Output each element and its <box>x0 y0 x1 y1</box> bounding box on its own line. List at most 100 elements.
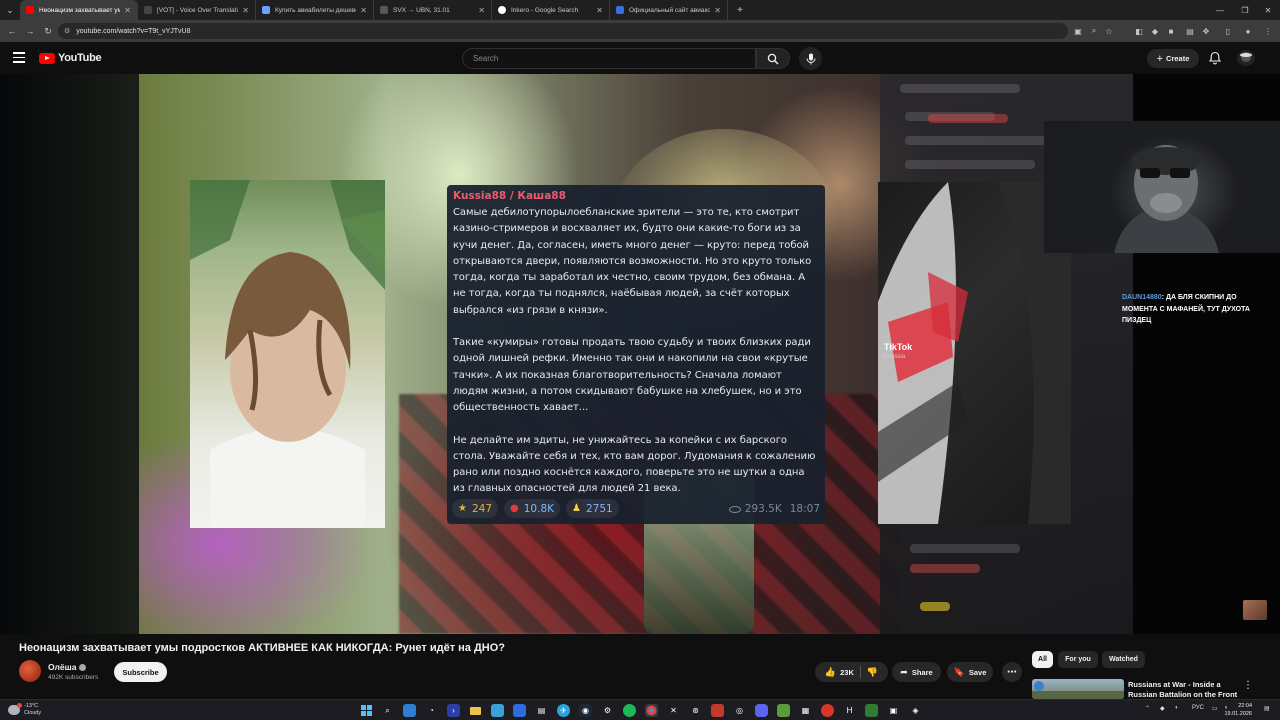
address-bar[interactable]: ⚙ youtube.com/watch?v=T9t_vYJTvU8 <box>58 23 1068 39</box>
extension-icon[interactable]: ■ <box>1165 25 1177 37</box>
terminal-app-icon[interactable]: › <box>447 704 460 717</box>
recommended-video-title[interactable]: Russians at War - Inside a Russian Batta… <box>1128 680 1238 700</box>
share-button[interactable]: ➦ Share <box>892 662 941 682</box>
taskbar-app-icon[interactable]: ◎ <box>733 704 746 717</box>
tab-close-icon[interactable]: ✕ <box>124 6 131 15</box>
tray-app-icon[interactable]: ◆ <box>1160 705 1165 712</box>
profile-icon[interactable]: ● <box>1242 25 1254 37</box>
zoom-icon[interactable]: ⌕ <box>1088 25 1100 37</box>
microphone-icon <box>806 53 815 64</box>
video-player[interactable]: Kussia88 / Каша88 Самые дебилотупорылоеб… <box>0 74 1280 634</box>
recommended-video-thumbnail[interactable] <box>1032 679 1124 699</box>
taskbar-app-icon[interactable] <box>491 704 504 717</box>
tab-close-icon[interactable]: ✕ <box>478 6 485 15</box>
subscribe-button[interactable]: Subscribe <box>114 662 167 682</box>
taskbar-search-icon[interactable]: ⌕ <box>381 704 394 717</box>
address-url: youtube.com/watch?v=T9t_vYJTvU8 <box>76 27 191 35</box>
tab-search-icon[interactable]: ⌄ <box>0 0 20 20</box>
post-paragraph: Такие «кумиры» готовы продать твою судьб… <box>453 337 811 414</box>
store-app-icon[interactable]: ▤ <box>535 704 548 717</box>
extension-icon[interactable]: ◆ <box>1149 25 1161 37</box>
extensions-puzzle-icon[interactable]: ✥ <box>1200 25 1212 37</box>
reaction-count: 2751 <box>585 502 613 515</box>
banana-icon: ♟ <box>572 503 581 514</box>
file-explorer-icon[interactable] <box>469 704 482 717</box>
account-avatar[interactable] <box>1237 50 1255 66</box>
site-info-icon[interactable]: ⚙ <box>64 27 70 35</box>
browser-tab-vot[interactable]: [VOT] - Voice Over Translation ✕ <box>138 0 256 20</box>
telegram-app-icon[interactable]: ✈ <box>557 704 570 717</box>
chip-all[interactable]: All <box>1032 651 1053 668</box>
minecraft-app-icon[interactable] <box>777 704 790 717</box>
vot-favicon-icon <box>144 6 152 14</box>
network-icon[interactable]: ▭ <box>1212 705 1218 712</box>
thumbs-down-icon[interactable]: 👎 <box>867 667 878 678</box>
chrome-app-icon[interactable] <box>645 704 658 717</box>
search-input[interactable]: Search <box>462 48 756 69</box>
close-window-button[interactable]: ✕ <box>1256 0 1280 20</box>
tray-app-icon[interactable]: ◐ <box>1175 705 1179 711</box>
taskbar-app-icon[interactable]: ▣ <box>887 704 900 717</box>
taskbar-app-icon[interactable]: ✕ <box>667 704 680 717</box>
tab-close-icon[interactable]: ✕ <box>596 6 603 15</box>
forward-button[interactable]: → <box>21 22 39 40</box>
extension-icon[interactable]: ▤ <box>1184 25 1196 37</box>
taskbar-app-icon[interactable] <box>821 704 834 717</box>
save-button[interactable]: 🔖 Save <box>947 662 993 682</box>
youtube-logo[interactable]: YouTube <box>39 52 102 64</box>
tab-close-icon[interactable]: ✕ <box>714 6 721 15</box>
taskbar-app-icon[interactable]: ◈ <box>909 704 922 717</box>
browser-menu-icon[interactable]: ⋮ <box>1262 25 1274 37</box>
extension-icon[interactable]: ◧ <box>1133 25 1145 37</box>
language-indicator[interactable]: РУС <box>1192 705 1204 711</box>
browser-tab-google[interactable]: Inkero - Google Search ✕ <box>492 0 610 20</box>
taskbar-app-icon[interactable]: ⚙ <box>601 704 614 717</box>
voice-search-button[interactable] <box>799 47 822 70</box>
tab-title: Купить авиабилеты дешево он <box>275 6 356 14</box>
recommended-more-icon[interactable]: ⋮ <box>1243 680 1253 691</box>
channel-name[interactable]: Олёша <box>48 662 87 672</box>
search-button[interactable] <box>756 48 790 69</box>
taskbar-clock[interactable]: 22:04 19.01.2026 <box>1222 702 1252 718</box>
channel-avatar[interactable] <box>19 660 41 682</box>
spotify-app-icon[interactable] <box>623 704 636 717</box>
tab-close-icon[interactable]: ✕ <box>360 6 367 15</box>
task-view-icon[interactable] <box>403 704 416 717</box>
taskbar-app-icon[interactable]: ◔ <box>425 704 438 717</box>
maximize-button[interactable]: ❐ <box>1233 0 1257 20</box>
browser-tab-youtube[interactable]: Неонацизм захватывает умы п ✕ <box>20 0 138 20</box>
menu-hamburger-icon[interactable] <box>13 52 25 64</box>
more-actions-button[interactable]: ⋯ <box>1002 662 1022 682</box>
taskbar-app-icon[interactable]: ⊛ <box>689 704 702 717</box>
tray-chevron-icon[interactable]: ⌃ <box>1145 705 1150 712</box>
browser-tab-flights[interactable]: Купить авиабилеты дешево он ✕ <box>256 0 374 20</box>
chip-for-you[interactable]: For you <box>1058 651 1098 668</box>
tab-close-icon[interactable]: ✕ <box>242 6 249 15</box>
chip-watched[interactable]: Watched <box>1102 651 1145 668</box>
reload-button[interactable]: ↻ <box>39 22 57 40</box>
browser-tab-route[interactable]: SVX → UBN, 31.01 ✕ <box>374 0 492 20</box>
weather-widget[interactable]: -13°C Cloudy <box>8 703 41 717</box>
browser-tab-airline[interactable]: Официальный сайт авиакомп ✕ <box>610 0 728 20</box>
taskbar-app-icon[interactable] <box>513 704 526 717</box>
discord-app-icon[interactable] <box>755 704 768 717</box>
like-count[interactable]: 23K <box>840 668 854 677</box>
taskbar-app-icon[interactable] <box>865 704 878 717</box>
minimize-button[interactable]: — <box>1208 0 1232 20</box>
thumbs-up-icon[interactable]: 👍 <box>825 667 836 678</box>
taskbar-app-icon[interactable]: ▦ <box>799 704 812 717</box>
create-button[interactable]: + Create <box>1147 49 1199 68</box>
back-button[interactable]: ← <box>3 22 21 40</box>
sidepanel-icon[interactable]: ▯ <box>1222 25 1234 37</box>
clock-date: 19.01.2026 <box>1224 711 1252 717</box>
taskbar-app-icon[interactable] <box>711 704 724 717</box>
corner-thumbnail <box>1243 600 1267 620</box>
taskbar-app-icon[interactable]: H <box>843 704 856 717</box>
install-app-icon[interactable]: ▣ <box>1072 25 1084 37</box>
bookmark-star-icon[interactable]: ☆ <box>1103 25 1115 37</box>
windows-start-icon[interactable] <box>360 704 373 717</box>
new-tab-button[interactable]: + <box>732 2 748 18</box>
notification-center-icon[interactable]: ▤ <box>1264 705 1270 712</box>
steam-app-icon[interactable]: ◉ <box>579 704 592 717</box>
notifications-bell-icon[interactable] <box>1208 51 1222 65</box>
